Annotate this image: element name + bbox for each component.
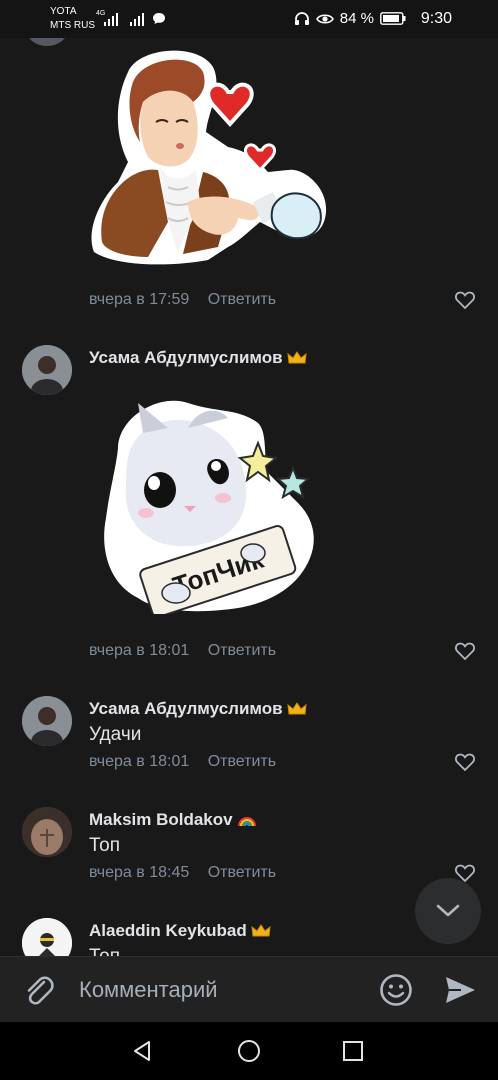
crown-icon bbox=[286, 351, 307, 364]
smile-icon[interactable] bbox=[379, 973, 413, 1007]
comment-text: Топ bbox=[89, 946, 120, 956]
author-name[interactable]: Maksim Boldakov bbox=[89, 810, 233, 830]
comments-feed[interactable]: вчера в 17:59 Ответить Усама Абдулмуслим… bbox=[0, 38, 498, 956]
like-heart-icon[interactable] bbox=[455, 642, 475, 660]
status-bar: YOTA MTS RUS 4G 84 % 9:30 bbox=[0, 0, 498, 38]
scroll-down-button[interactable] bbox=[415, 878, 481, 944]
comment-author[interactable]: Alaeddin Keykubad bbox=[89, 921, 271, 941]
eye-icon bbox=[315, 13, 334, 24]
chevron-down-icon bbox=[436, 904, 460, 917]
comment-time: вчера в 18:01 bbox=[89, 753, 190, 770]
comment-time: вчера в 17:59 bbox=[89, 291, 190, 308]
cat-topchik-sticker[interactable]: ТопЧик bbox=[98, 388, 322, 614]
avatar[interactable] bbox=[22, 345, 72, 395]
reply-button[interactable]: Ответить bbox=[208, 864, 276, 881]
message-notification-icon bbox=[153, 13, 165, 24]
comment-meta: вчера в 17:59 Ответить bbox=[89, 291, 276, 309]
headphones-icon bbox=[294, 12, 309, 25]
comment-time: вчера в 18:01 bbox=[89, 642, 190, 659]
paperclip-icon[interactable] bbox=[22, 973, 56, 1007]
system-nav-bar bbox=[0, 1022, 498, 1080]
comment-author[interactable]: Maksim Boldakov bbox=[89, 810, 257, 830]
crown-icon bbox=[286, 702, 307, 715]
signal-icon bbox=[104, 13, 118, 26]
battery-percent: 84 % bbox=[339, 10, 374, 27]
comment-meta: вчера в 18:45 Ответить bbox=[89, 864, 276, 882]
avatar[interactable] bbox=[22, 38, 72, 46]
author-name[interactable]: Alaeddin Keykubad bbox=[89, 921, 247, 941]
comment-meta: вчера в 18:01 Ответить bbox=[89, 753, 276, 771]
comment-input[interactable] bbox=[79, 975, 359, 1005]
like-heart-icon[interactable] bbox=[455, 291, 475, 309]
author-name[interactable]: Усама Абдулмуслимов bbox=[89, 348, 283, 368]
comment-text: Удачи bbox=[89, 724, 142, 745]
comment-author[interactable]: Усама Абдулмуслимов bbox=[89, 699, 307, 719]
comment-composer bbox=[0, 956, 498, 1022]
carrier-1: YOTA bbox=[50, 6, 77, 17]
back-icon[interactable] bbox=[130, 1039, 154, 1063]
author-name[interactable]: Усама Абдулмуслимов bbox=[89, 699, 283, 719]
clock: 9:30 bbox=[420, 10, 452, 27]
comment-meta: вчера в 18:01 Ответить bbox=[89, 642, 276, 660]
signal-2-icon bbox=[130, 13, 144, 26]
reply-button[interactable]: Ответить bbox=[208, 291, 276, 308]
status-right: 84 % bbox=[294, 10, 406, 27]
crown-icon bbox=[251, 924, 271, 937]
comment-text: Топ bbox=[89, 835, 120, 856]
reply-button[interactable]: Ответить bbox=[208, 642, 276, 659]
send-icon[interactable] bbox=[443, 973, 477, 1007]
reply-button[interactable]: Ответить bbox=[208, 753, 276, 770]
avatar[interactable] bbox=[22, 807, 72, 857]
avatar[interactable] bbox=[22, 918, 72, 956]
home-icon[interactable] bbox=[237, 1039, 261, 1063]
recent-apps-icon[interactable] bbox=[342, 1040, 364, 1062]
avatar[interactable] bbox=[22, 696, 72, 746]
battery-icon bbox=[380, 12, 406, 25]
carrier-2: MTS RUS bbox=[50, 20, 95, 31]
carrier-names: YOTA MTS RUS bbox=[50, 5, 95, 33]
like-heart-icon[interactable] bbox=[455, 753, 475, 771]
rainbow-icon bbox=[237, 817, 256, 827]
comment-author[interactable]: Усама Абдулмуслимов bbox=[89, 348, 307, 368]
boy-kiss-sticker[interactable] bbox=[88, 42, 332, 268]
comment-time: вчера в 18:45 bbox=[89, 864, 190, 881]
